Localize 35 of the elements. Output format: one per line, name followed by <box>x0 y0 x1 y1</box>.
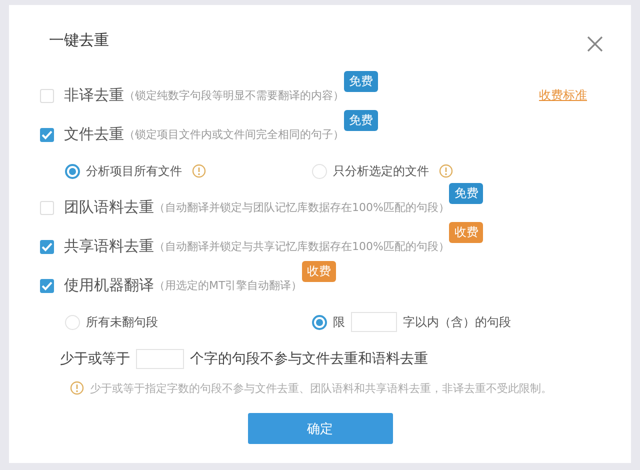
option-label[interactable]: 文件去重 <box>64 125 124 144</box>
price-badge: 免费 <box>344 71 378 92</box>
dialog-title: 一键去重 <box>49 30 109 50</box>
radio-label[interactable]: 所有未翻句段 <box>86 314 158 330</box>
threshold-suffix: 个字的句段不参与文件去重和语料去重 <box>190 350 428 368</box>
price-badge: 收费 <box>449 222 484 243</box>
option-label[interactable]: 团队语料去重 <box>64 198 154 217</box>
checkbox[interactable] <box>40 240 54 254</box>
option-label[interactable]: 非译去重 <box>64 86 124 105</box>
limit-suffix: 字以内（含）的句段 <box>403 314 511 330</box>
threshold-label: 少于或等于 <box>60 350 130 368</box>
checkbox[interactable] <box>40 128 54 142</box>
radio-label[interactable]: 限 <box>333 314 345 330</box>
option-description: （自动翻译并锁定与团队记忆库数据存在100%匹配的句段） <box>154 200 450 215</box>
info-icon[interactable] <box>439 164 453 178</box>
character-limit-field[interactable] <box>351 312 397 332</box>
close-icon[interactable] <box>587 36 603 52</box>
option-description: （用选定的MT引擎自动翻译） <box>154 278 302 293</box>
hint-text: 少于或等于指定字数的句段不参与文件去重、团队语料和共享语料去重，非译去重不受此限制。 <box>90 380 552 396</box>
price-badge: 免费 <box>344 110 378 131</box>
checkbox[interactable] <box>40 278 54 292</box>
info-icon <box>70 381 84 395</box>
radio-button[interactable] <box>312 314 327 330</box>
threshold-field[interactable] <box>136 349 184 369</box>
price-badge: 免费 <box>449 183 484 204</box>
price-badge: 收费 <box>302 261 336 282</box>
option-description: （自动翻译并锁定与共享记忆库数据存在100%匹配的句段） <box>154 239 450 254</box>
radio-label[interactable]: 分析项目所有文件 <box>86 162 182 180</box>
option-label[interactable]: 使用机器翻译 <box>64 276 154 295</box>
option-description: （锁定纯数字句段等明显不需要翻译的内容） <box>124 88 344 103</box>
info-icon[interactable] <box>192 164 206 178</box>
radio-button[interactable] <box>65 164 80 178</box>
option-description: （锁定项目文件内或文件间完全相同的句子） <box>124 127 344 142</box>
radio-label[interactable]: 只分析选定的文件 <box>333 162 429 180</box>
option-label[interactable]: 共享语料去重 <box>64 237 154 256</box>
